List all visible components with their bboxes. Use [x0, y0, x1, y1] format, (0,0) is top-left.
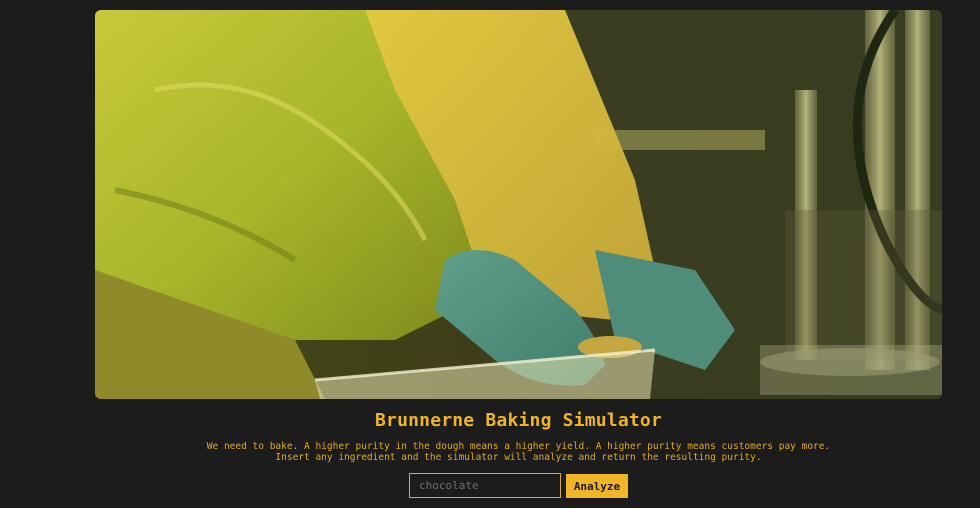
description: We need to bake. A higher purity in the … — [0, 441, 980, 463]
ingredient-input[interactable] — [409, 473, 561, 498]
hero-illustration — [95, 10, 942, 399]
page: Brunnerne Baking Simulator We need to ba… — [0, 0, 980, 508]
description-line-2: Insert any ingredient and the simulator … — [275, 452, 762, 463]
analyze-button[interactable]: Analyze — [566, 474, 628, 498]
page-title: Brunnerne Baking Simulator — [375, 410, 662, 431]
analyze-form: Analyze — [409, 473, 628, 498]
description-line-1: We need to bake. A higher purity in the … — [206, 441, 831, 452]
hero-image — [95, 10, 942, 399]
